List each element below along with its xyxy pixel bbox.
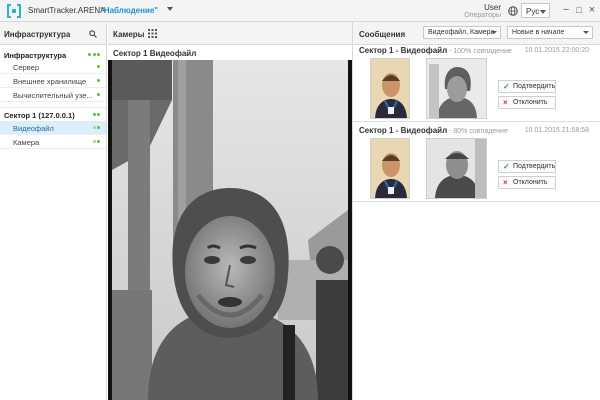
tree-item-label: Видеофайл	[13, 124, 54, 133]
confirm-button[interactable]: ✓ Подтвердить	[498, 160, 556, 173]
status-dot	[96, 93, 100, 96]
message-source: Сектор 1 - Видеофайл	[359, 46, 448, 55]
reference-photo[interactable]	[370, 138, 410, 199]
message-time: 10.01.2015 21:58:58	[524, 127, 589, 134]
cameras-header: Камеры	[108, 22, 352, 45]
messages-header: Сообщения Видеофайл, Камера Новые в нача…	[352, 22, 600, 45]
message-time: 10.01.2015 22:00:20	[524, 47, 589, 54]
app-logo-icon	[7, 4, 21, 18]
grid-layout-icon[interactable]	[148, 29, 157, 38]
reference-face-image	[371, 59, 409, 118]
tree-item-external-storage[interactable]: Внешнее хранилище	[0, 74, 106, 88]
tree-item-label: Сервер	[13, 63, 40, 72]
minimize-button[interactable]: –	[561, 5, 571, 15]
check-icon: ✓	[503, 82, 510, 91]
tree-group-label: Сектор 1 (127.0.0.1)	[4, 111, 75, 120]
camera-title: Сектор 1 Видеофайл	[113, 49, 197, 58]
captured-face-image	[427, 139, 486, 198]
confirm-label: Подтвердить	[513, 83, 556, 90]
check-icon: ✓	[503, 162, 510, 171]
sort-dropdown[interactable]: Новые в начале	[507, 26, 593, 39]
reject-label: Отклонить	[513, 179, 548, 186]
status-dot	[96, 79, 100, 82]
messages-title: Сообщения	[359, 30, 406, 39]
reject-label: Отклонить	[513, 99, 548, 106]
message-match: - 80% совпадение	[447, 128, 508, 135]
maximize-button[interactable]: □	[574, 5, 584, 15]
tree-item-videofile[interactable]: Видеофайл	[0, 121, 106, 135]
tree-item-label: Вычислительный узе...	[13, 91, 93, 100]
tree-item-label: Камера	[13, 138, 40, 147]
globe-icon	[508, 6, 518, 16]
reference-face-image	[371, 139, 409, 198]
user-name[interactable]: User	[484, 3, 501, 12]
app-name: SmartTracker.ARENA	[28, 6, 106, 15]
status-dots	[91, 140, 100, 143]
status-dots	[91, 113, 100, 116]
captured-photo[interactable]	[426, 58, 487, 119]
status-dots	[87, 53, 100, 56]
reject-button[interactable]: × Отклонить	[498, 176, 556, 189]
tree-item-compute-node[interactable]: Вычислительный узе...	[0, 88, 106, 102]
match-message[interactable]: Сектор 1 - Видеофайл - 80% совпадение 10…	[353, 125, 600, 202]
tree-item-camera[interactable]: Камера	[0, 135, 106, 149]
language-value: Рус	[526, 7, 540, 16]
user-role: Операторы	[464, 12, 501, 19]
confirm-label: Подтвердить	[513, 163, 556, 170]
chevron-down-icon	[491, 31, 497, 34]
source-filter-dropdown[interactable]: Видеофайл, Камера	[423, 26, 501, 39]
infrastructure-tree: Инфраструктура Сервер Внешнее хранилище …	[0, 45, 107, 400]
status-dots	[91, 126, 100, 129]
chevron-down-icon	[540, 10, 546, 14]
tree-group-label: Инфраструктура	[4, 51, 67, 60]
search-icon[interactable]	[89, 30, 97, 38]
messages-panel: Сектор 1 - Видеофайл - 100% совпадение 1…	[352, 45, 600, 400]
chevron-down-icon[interactable]	[167, 7, 173, 11]
sort-value: Новые в начале	[512, 29, 565, 36]
camera-video-feed[interactable]	[108, 60, 352, 400]
reject-button[interactable]: × Отклонить	[498, 96, 556, 109]
source-filter-value: Видеофайл, Камера	[428, 29, 495, 36]
infrastructure-header: Инфраструктура	[0, 22, 107, 45]
chevron-down-icon	[583, 31, 589, 34]
close-icon: ×	[503, 178, 508, 187]
captured-photo[interactable]	[426, 138, 487, 199]
tree-group-infrastructure[interactable]: Инфраструктура	[0, 48, 106, 60]
language-select[interactable]: Рус	[521, 3, 550, 18]
video-frame-image	[108, 60, 352, 400]
captured-face-image	[427, 59, 486, 118]
reference-photo[interactable]	[370, 58, 410, 119]
tree-item-server[interactable]: Сервер	[0, 60, 106, 74]
message-match: - 100% совпадение	[447, 48, 512, 55]
status-dot	[96, 65, 100, 68]
message-title: Сектор 1 - Видеофайл - 100% совпадение	[359, 46, 512, 55]
tree-item-label: Внешнее хранилище	[13, 77, 87, 86]
mode-selector[interactable]: "Наблюдение"	[100, 6, 158, 15]
confirm-button[interactable]: ✓ Подтвердить	[498, 80, 556, 93]
infrastructure-title: Инфраструктура	[4, 30, 71, 39]
message-source: Сектор 1 - Видеофайл	[359, 126, 448, 135]
close-icon: ×	[503, 98, 508, 107]
message-title: Сектор 1 - Видеофайл - 80% совпадение	[359, 126, 508, 135]
title-bar: SmartTracker.ARENA "Наблюдение" User Опе…	[0, 0, 600, 22]
close-button[interactable]: ×	[587, 5, 597, 16]
cameras-title: Камеры	[113, 30, 145, 39]
tree-group-sector-1[interactable]: Сектор 1 (127.0.0.1)	[0, 107, 106, 121]
match-message[interactable]: Сектор 1 - Видеофайл - 100% совпадение 1…	[353, 45, 600, 122]
